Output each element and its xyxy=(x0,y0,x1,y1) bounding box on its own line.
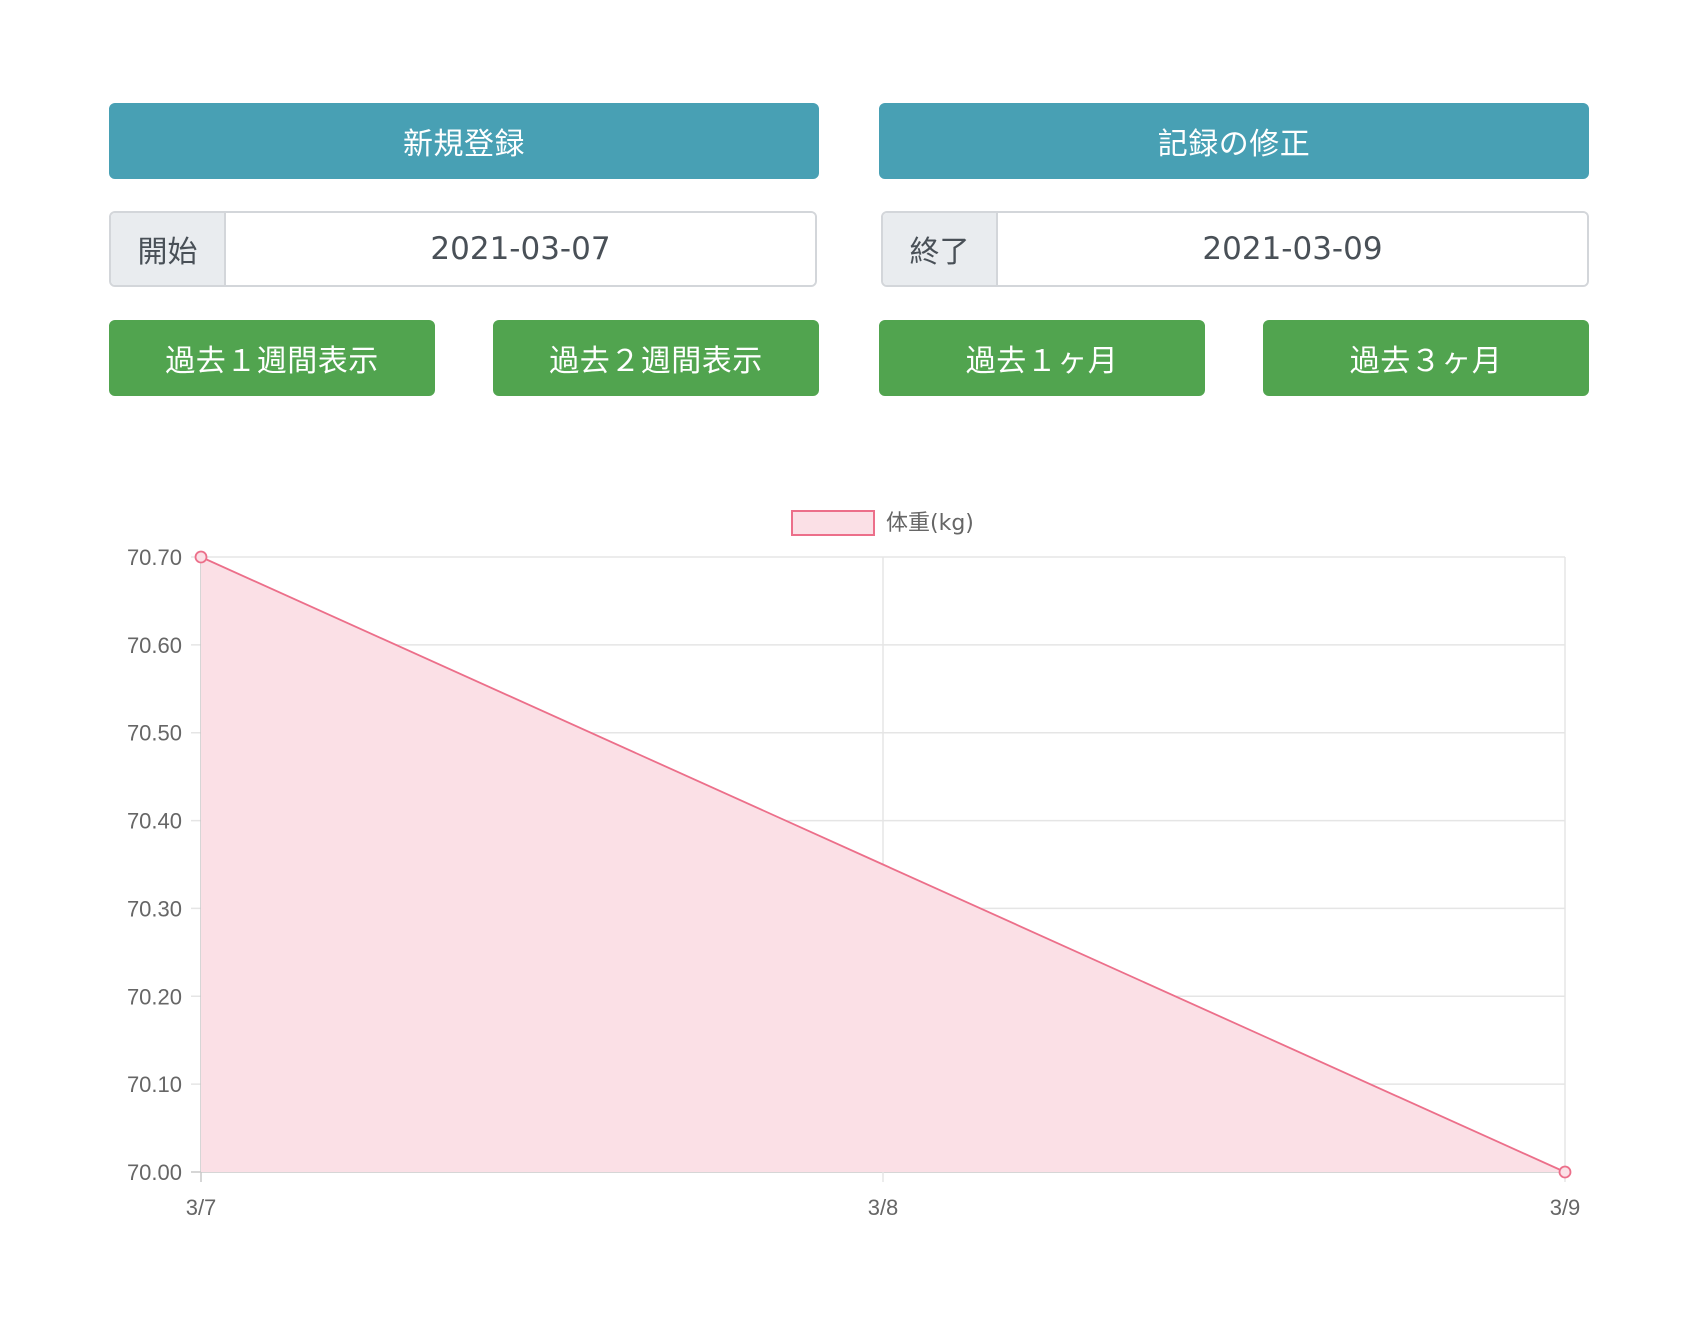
date-range-inputs: 開始 終了 xyxy=(109,211,1589,287)
start-date-input[interactable] xyxy=(226,213,815,285)
y-tick-label: 70.00 xyxy=(127,1160,182,1185)
weight-chart: 70.70 70.60 70.50 70.40 70.30 70.20 70.10 70.00… xyxy=(0,490,1698,1250)
register-button[interactable]: 新規登録 xyxy=(109,103,819,179)
past-1-month-button[interactable]: 過去１ヶ月 xyxy=(879,320,1205,396)
data-point[interactable] xyxy=(194,550,208,564)
end-date-label: 終了 xyxy=(883,213,998,285)
start-date-group: 開始 xyxy=(109,211,817,287)
y-tick-label: 70.70 xyxy=(127,545,182,570)
y-tick-label: 70.60 xyxy=(127,633,182,658)
x-tick-label: 3/9 xyxy=(1550,1195,1581,1220)
x-tick-label: 3/7 xyxy=(186,1195,217,1220)
top-actions: 新規登録 記録の修正 xyxy=(109,103,1589,179)
y-tick-label: 70.50 xyxy=(127,721,182,746)
y-tick-label: 70.40 xyxy=(127,809,182,834)
weight-chart-svg: 70.70 70.60 70.50 70.40 70.30 70.20 70.10 70.00… xyxy=(127,510,1581,1220)
legend-swatch[interactable] xyxy=(791,510,875,536)
edit-record-button[interactable]: 記録の修正 xyxy=(879,103,1589,179)
past-2-weeks-button[interactable]: 過去２週間表示 xyxy=(493,320,819,396)
week-range-group: 過去１週間表示 過去２週間表示 xyxy=(109,320,819,396)
end-date-input[interactable] xyxy=(998,213,1587,285)
past-1-week-button[interactable]: 過去１週間表示 xyxy=(109,320,435,396)
weight-tracker-page: 新規登録 記録の修正 開始 終了 過去１週間表示 過去２週間表示 過去１ヶ月 過… xyxy=(0,0,1698,1342)
chart-legend: 体重(kg) xyxy=(791,510,974,536)
legend-label[interactable]: 体重(kg) xyxy=(886,511,974,536)
past-3-months-button[interactable]: 過去３ヶ月 xyxy=(1263,320,1589,396)
end-date-group: 終了 xyxy=(881,211,1589,287)
x-tick-label: 3/8 xyxy=(868,1195,899,1220)
month-range-group: 過去１ヶ月 過去３ヶ月 xyxy=(879,320,1589,396)
y-tick-label: 70.30 xyxy=(127,896,182,921)
y-tick-label: 70.20 xyxy=(127,984,182,1009)
start-date-label: 開始 xyxy=(111,213,226,285)
y-tick-label: 70.10 xyxy=(127,1072,182,1097)
range-buttons: 過去１週間表示 過去２週間表示 過去１ヶ月 過去３ヶ月 xyxy=(109,320,1589,396)
data-point[interactable] xyxy=(1558,1165,1572,1179)
